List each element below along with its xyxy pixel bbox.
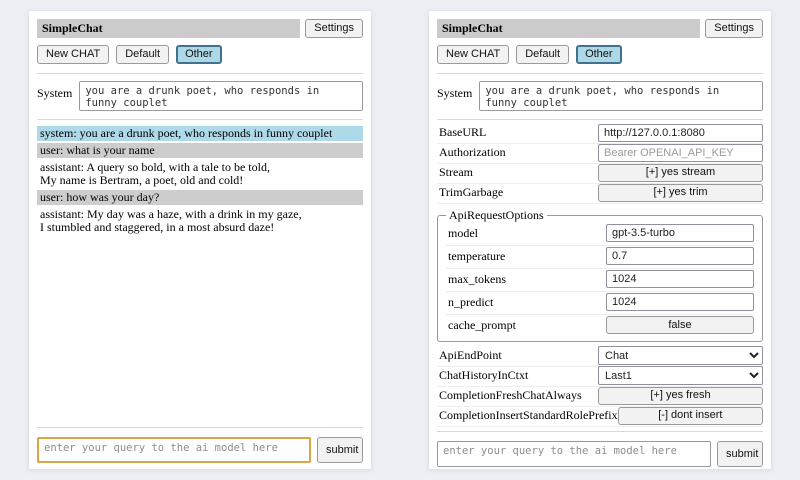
system-prompt-input[interactable]: you are a drunk poet, who responds in fu… [79,81,363,111]
api-request-options-legend: ApiRequestOptions [446,208,547,223]
new-chat-button[interactable]: New CHAT [37,45,109,64]
tab-default[interactable]: Default [516,45,569,64]
setting-row-n-predict: n_predict [446,292,754,315]
setting-row-model: model [446,223,754,246]
tab-default[interactable]: Default [116,45,169,64]
divider [437,431,763,432]
system-prompt-input[interactable]: you are a drunk poet, who responds in fu… [479,81,763,111]
apiendpoint-select[interactable]: Chat [598,346,763,365]
chat-message-user: user: how was your day? [37,190,363,205]
chat-message-list: system: you are a drunk poet, who respon… [37,126,363,235]
setting-label: cache_prompt [446,318,516,333]
n-predict-input[interactable] [606,293,754,311]
chat-session-tabs: New CHAT Default Other [437,45,763,64]
setting-label: ApiEndPoint [437,348,502,363]
divider [437,73,763,74]
divider [37,73,363,74]
cache-prompt-toggle-button[interactable]: false [606,316,754,334]
tab-other[interactable]: Other [176,45,222,64]
query-input[interactable] [37,437,311,463]
divider [437,119,763,120]
chat-session-tabs: New CHAT Default Other [37,45,363,64]
query-row: submit [37,437,363,463]
setting-label: CompletionFreshChatAlways [437,388,582,403]
setting-row-trimgarbage: TrimGarbage [+] yes trim [437,184,763,204]
query-row: submit [437,441,763,467]
setting-label: Stream [437,165,473,180]
submit-button[interactable]: submit [317,437,363,463]
model-input[interactable] [606,224,754,242]
setting-label: TrimGarbage [437,185,503,200]
app-header: SimpleChat Settings [37,19,363,38]
system-prompt-label: System [37,81,72,101]
chat-message-assistant: assistant: My day was a haze, with a dri… [37,207,363,235]
chat-message-user: user: what is your name [37,143,363,158]
trimgarbage-toggle-button[interactable]: [+] yes trim [598,184,763,202]
query-input[interactable] [437,441,711,467]
setting-label: n_predict [446,295,493,310]
setting-label: ChatHistoryInCtxt [437,368,528,383]
submit-button[interactable]: submit [717,441,763,467]
chat-message-assistant: assistant: A query so bold, with a tale … [37,160,363,188]
system-prompt-label: System [437,81,472,101]
divider [37,427,363,428]
setting-row-chathistoryinctxt: ChatHistoryInCtxt Last1 [437,367,763,387]
chathistoryinctxt-select[interactable]: Last1 [598,366,763,385]
settings-panel: SimpleChat Settings New CHAT Default Oth… [428,10,772,470]
max-tokens-input[interactable] [606,270,754,288]
completion-insert-toggle-button[interactable]: [-] dont insert [618,407,763,425]
setting-row-authorization: Authorization [437,144,763,164]
system-prompt-row: System you are a drunk poet, who respond… [37,81,363,111]
setting-label: BaseURL [437,125,486,140]
setting-row-apiendpoint: ApiEndPoint Chat [437,347,763,367]
empty-space [37,235,363,423]
setting-label: model [446,226,478,241]
setting-row-baseurl: BaseURL [437,124,763,144]
app-header: SimpleChat Settings [437,19,763,38]
divider [37,119,363,120]
setting-row-stream: Stream [+] yes stream [437,164,763,184]
new-chat-button[interactable]: New CHAT [437,45,509,64]
api-request-options-group: ApiRequestOptions model temperature max_… [437,208,763,342]
completion-fresh-toggle-button[interactable]: [+] yes fresh [598,387,763,405]
settings-button[interactable]: Settings [705,19,763,38]
settings-button[interactable]: Settings [305,19,363,38]
setting-row-completioninsertstandardroleprefix: CompletionInsertStandardRolePrefix [-] d… [437,407,763,427]
temperature-input[interactable] [606,247,754,265]
app-title: SimpleChat [37,19,300,38]
stream-toggle-button[interactable]: [+] yes stream [598,164,763,182]
setting-label: max_tokens [446,272,506,287]
setting-row-temperature: temperature [446,246,754,269]
setting-label: temperature [446,249,505,264]
chat-panel: SimpleChat Settings New CHAT Default Oth… [28,10,372,470]
tab-other[interactable]: Other [576,45,622,64]
setting-row-completionfreshchatalways: CompletionFreshChatAlways [+] yes fresh [437,387,763,407]
authorization-input[interactable] [598,144,763,162]
chat-message-system: system: you are a drunk poet, who respon… [37,126,363,141]
setting-row-max-tokens: max_tokens [446,269,754,292]
setting-label: Authorization [437,145,506,160]
setting-row-cache-prompt: cache_prompt false [446,315,754,337]
app-title: SimpleChat [437,19,700,38]
baseurl-input[interactable] [598,124,763,142]
system-prompt-row: System you are a drunk poet, who respond… [437,81,763,111]
setting-label: CompletionInsertStandardRolePrefix [437,408,618,423]
